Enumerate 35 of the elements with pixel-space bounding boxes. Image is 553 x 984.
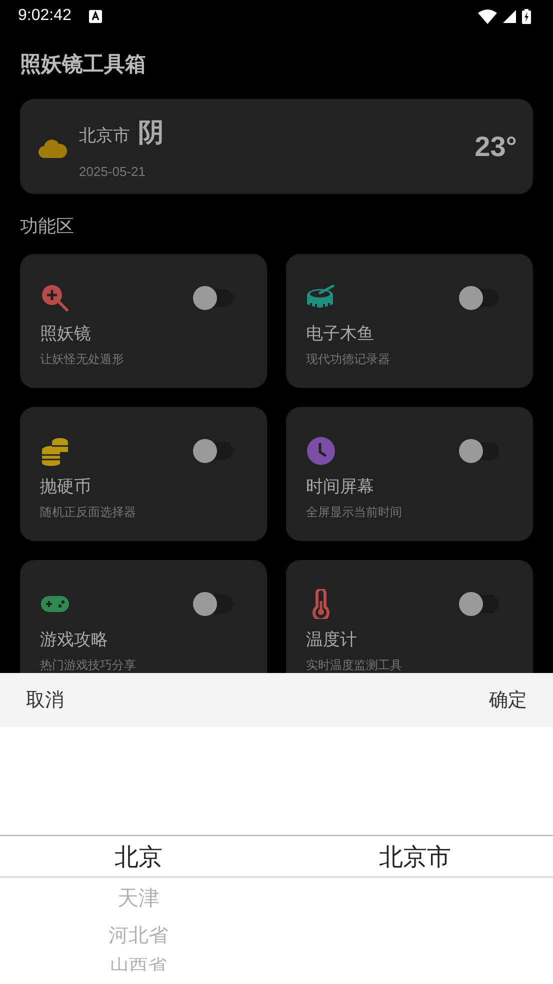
- notification-icon: [89, 10, 102, 22]
- toggle-switch[interactable]: [459, 289, 499, 307]
- weather-date: 2025-05-21: [79, 164, 146, 178]
- tool-name: 抛硬币: [40, 476, 92, 498]
- tool-description: 现代功德记录器: [306, 351, 391, 368]
- tool-name: 时间屏幕: [306, 476, 375, 498]
- city-name: 北京市: [79, 124, 130, 146]
- toggle-switch[interactable]: [193, 595, 233, 613]
- toggle-switch[interactable]: [459, 442, 499, 460]
- battery-icon: [522, 8, 531, 24]
- toggle-switch[interactable]: [193, 442, 233, 460]
- toggle-switch[interactable]: [459, 595, 499, 613]
- tool-description: 让妖怪无处遁形: [40, 351, 125, 368]
- tool-description: 全屏显示当前时间: [306, 504, 403, 521]
- tool-name: 游戏攻略: [40, 629, 109, 651]
- tool-card[interactable]: 抛硬币 随机正反面选择器: [20, 407, 267, 541]
- tool-name: 照妖镜: [40, 323, 92, 345]
- tool-card[interactable]: 时间屏幕 全屏显示当前时间: [286, 407, 533, 541]
- tool-description: 随机正反面选择器: [40, 504, 137, 521]
- tool-card[interactable]: 照妖镜 让妖怪无处遁形: [20, 254, 267, 388]
- section-title: 功能区: [19, 215, 75, 239]
- picker-option[interactable]: 北京市: [378, 836, 451, 877]
- signal-icon: [503, 10, 516, 22]
- app-title: 照妖镜工具箱: [19, 51, 147, 78]
- weather-condition: 阴: [138, 116, 164, 150]
- tool-card[interactable]: 电子木鱼 现代功德记录器: [286, 254, 533, 388]
- tool-description: 热门游戏技巧分享: [40, 657, 137, 674]
- toggle-switch[interactable]: [193, 289, 233, 307]
- wifi-icon: [478, 8, 497, 24]
- tool-name: 温度计: [306, 629, 358, 651]
- temperature: 23°: [474, 130, 517, 162]
- tool-name: 电子木鱼: [306, 323, 375, 345]
- picker-option[interactable]: 北京: [114, 836, 162, 877]
- tool-description: 实时温度监测工具: [306, 657, 403, 674]
- status-time: 9:02:42: [18, 7, 72, 25]
